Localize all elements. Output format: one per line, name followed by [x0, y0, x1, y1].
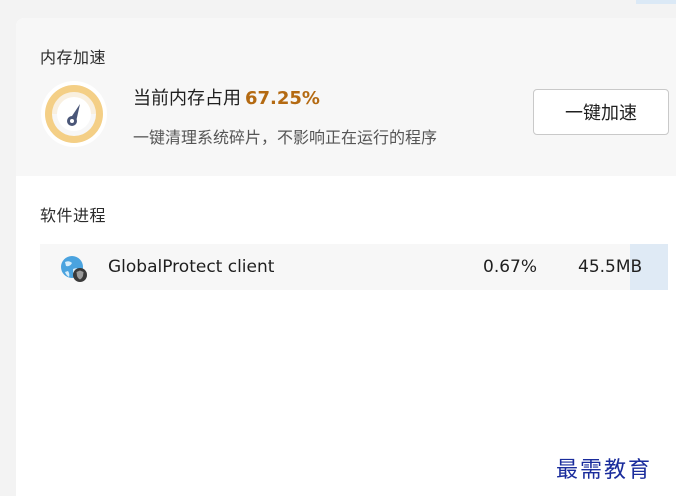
process-memory-usage: 45.5MB: [578, 257, 643, 277]
main-panel: 内存加速 当前内存占用 67.25% 一键清理系统碎片，不影响正在运行的程序 一键…: [16, 18, 676, 496]
memory-boost-description: 一键清理系统碎片，不影响正在运行的程序: [133, 128, 438, 147]
one-click-boost-button[interactable]: 一键加速: [533, 89, 669, 135]
memory-usage-label: 当前内存占用: [133, 88, 241, 109]
process-name: GlobalProtect client: [108, 257, 275, 277]
memory-usage-value: 67.25%: [245, 88, 320, 109]
watermark-text: 最需教育: [556, 458, 653, 483]
memory-boost-title: 内存加速: [40, 48, 107, 67]
memory-usage-line: 当前内存占用 67.25%: [133, 84, 320, 110]
top-scroll-accent: [636, 0, 676, 4]
globe-shield-icon: [60, 255, 88, 283]
process-cpu-usage: 0.67%: [483, 257, 538, 277]
memory-boost-card: 内存加速 当前内存占用 67.25% 一键清理系统碎片，不影响正在运行的程序 一键…: [16, 18, 676, 176]
process-section-title: 软件进程: [40, 206, 107, 225]
process-row[interactable]: GlobalProtect client 0.67% 45.5MB: [40, 244, 668, 290]
speedometer-icon: [40, 80, 108, 148]
memory-boost-window: 内存加速 当前内存占用 67.25% 一键清理系统碎片，不影响正在运行的程序 一键…: [0, 0, 676, 496]
